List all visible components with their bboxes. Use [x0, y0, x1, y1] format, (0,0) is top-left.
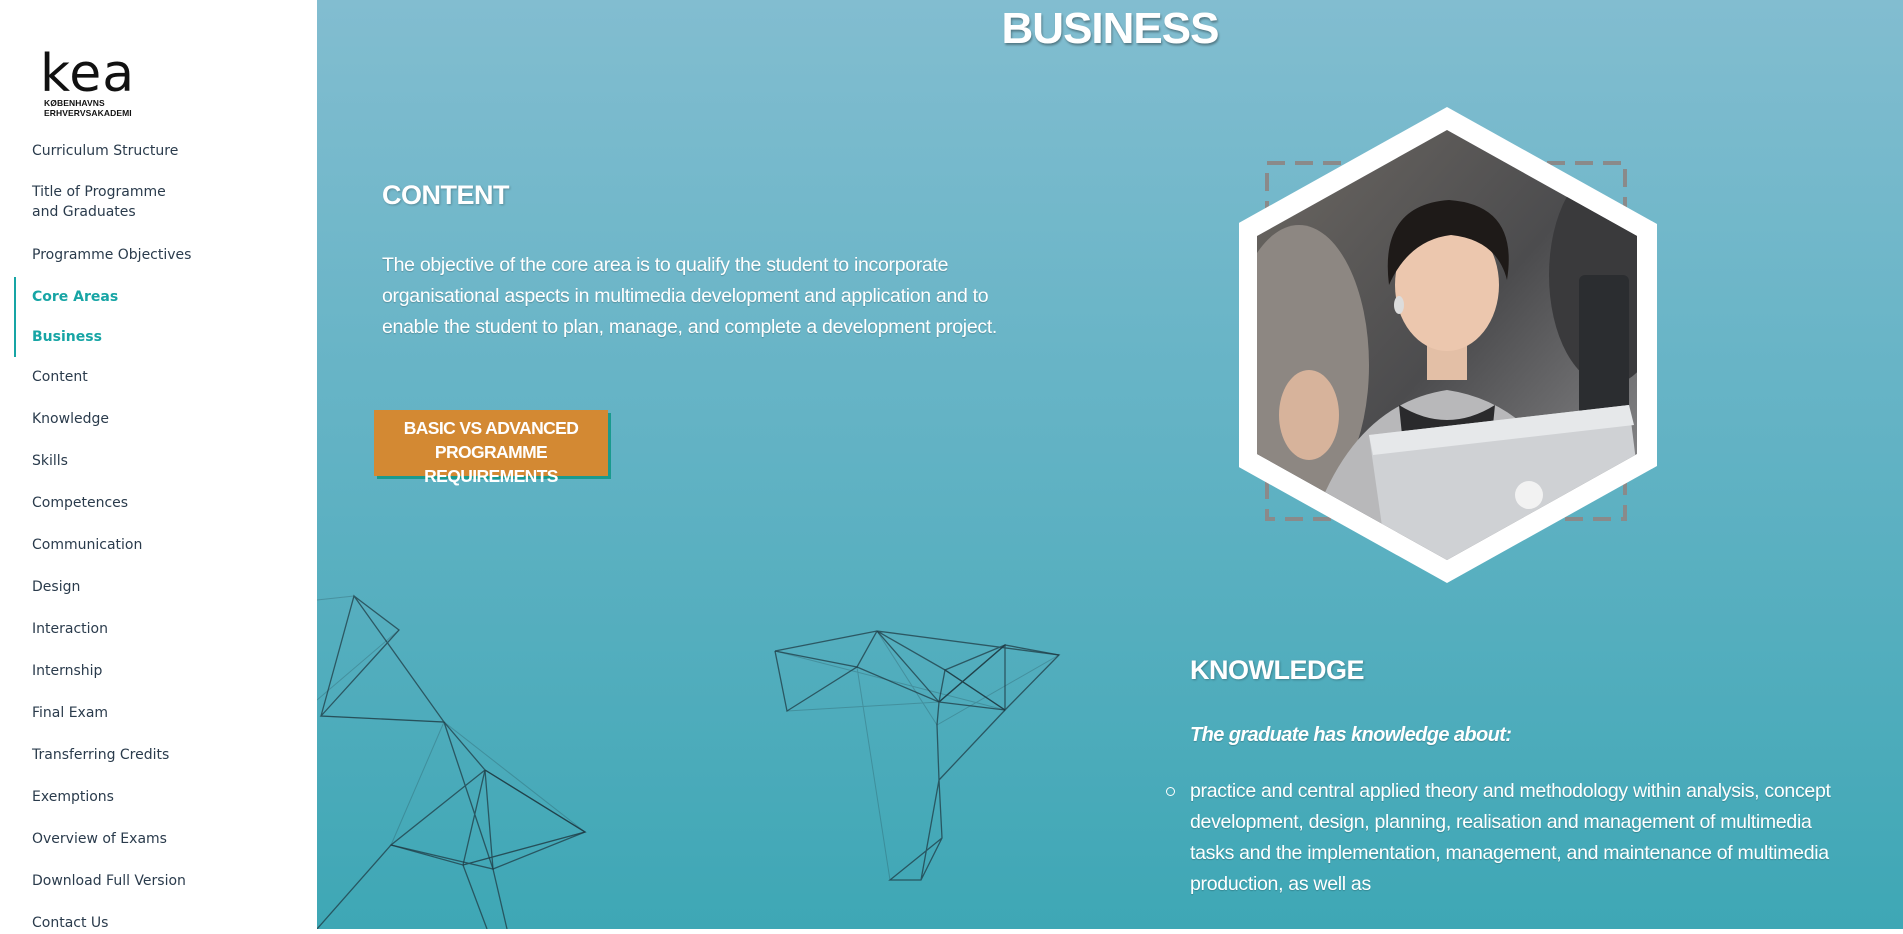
- nav-final-exam[interactable]: Final Exam: [0, 704, 108, 724]
- nav-core-areas[interactable]: Core Areas: [0, 288, 118, 308]
- basic-vs-advanced-button[interactable]: BASIC VS ADVANCED PROGRAMME REQUIREMENTS: [374, 410, 608, 486]
- logo-wordmark: kea: [40, 44, 136, 104]
- knowledge-item-text: practice and central applied theory and …: [1190, 780, 1831, 895]
- list-item: practice and central applied theory and …: [1166, 776, 1840, 900]
- hexagon-photo: [1237, 105, 1659, 585]
- nav-knowledge[interactable]: Knowledge: [0, 410, 109, 430]
- nav-content[interactable]: Content: [0, 368, 88, 388]
- main-content: BUSINESS CONTENT The objective of the co…: [317, 0, 1903, 929]
- knowledge-heading: KNOWLEDGE: [1190, 655, 1365, 685]
- content-paragraph: The objective of the core area is to qua…: [382, 254, 998, 338]
- content-heading: CONTENT: [382, 180, 510, 210]
- bullet-icon: [1166, 787, 1175, 796]
- nav-competences[interactable]: Competences: [0, 494, 128, 514]
- nav-title-of-programme[interactable]: Title of Programme and Graduates: [0, 183, 166, 222]
- nav-curriculum-structure[interactable]: Curriculum Structure: [0, 142, 178, 162]
- nav-programme-objectives[interactable]: Programme Objectives: [0, 246, 191, 266]
- kea-logo[interactable]: kea KØBENHAVNS ERHVERVSAKADEMI: [40, 44, 185, 118]
- knowledge-list: practice and central applied theory and …: [1166, 776, 1840, 900]
- knowledge-subheading: The graduate has knowledge about:: [1190, 724, 1512, 746]
- nav-business[interactable]: Business: [0, 328, 102, 348]
- nav-design[interactable]: Design: [0, 578, 80, 598]
- student-laptop-photo: [1237, 107, 1657, 583]
- sidebar: kea KØBENHAVNS ERHVERVSAKADEMI Curriculu…: [0, 0, 317, 931]
- nav-contact-us[interactable]: Contact Us: [0, 914, 108, 934]
- page-title: BUSINESS: [1001, 4, 1220, 53]
- nav-transferring-credits[interactable]: Transferring Credits: [0, 746, 169, 766]
- nav-interaction[interactable]: Interaction: [0, 620, 108, 640]
- nav-skills[interactable]: Skills: [0, 452, 68, 472]
- nav-internship[interactable]: Internship: [0, 662, 102, 682]
- nav-communication[interactable]: Communication: [0, 536, 142, 556]
- nav-exemptions[interactable]: Exemptions: [0, 788, 114, 808]
- nav-overview-of-exams[interactable]: Overview of Exams: [0, 830, 167, 850]
- nav-download-full-version[interactable]: Download Full Version: [0, 872, 186, 892]
